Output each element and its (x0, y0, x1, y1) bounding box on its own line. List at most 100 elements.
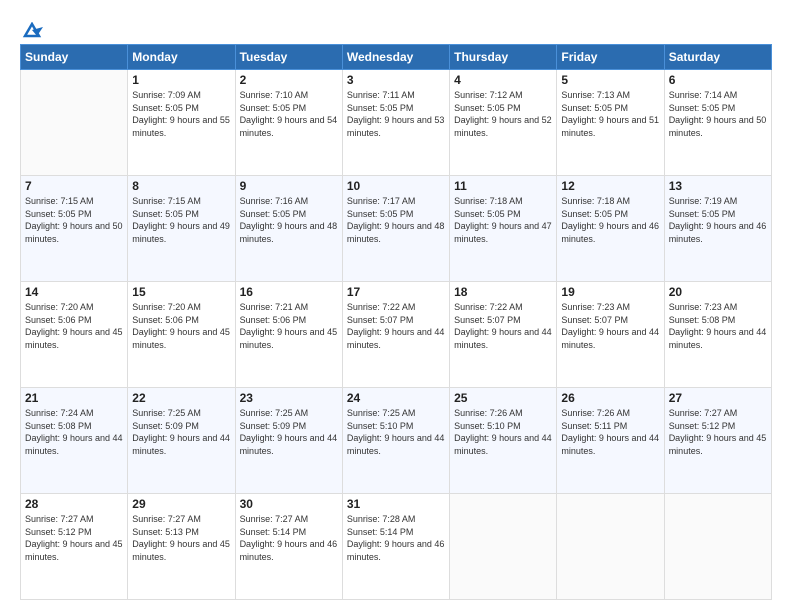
calendar-cell: 11 Sunrise: 7:18 AMSunset: 5:05 PMDayligh… (450, 176, 557, 282)
day-number: 15 (132, 285, 230, 299)
calendar-cell: 27Sunrise: 7:27 AMSunset: 5:12 PMDayligh… (664, 388, 771, 494)
day-number: 7 (25, 179, 123, 193)
calendar-cell: 9 Sunrise: 7:16 AMSunset: 5:05 PMDaylight… (235, 176, 342, 282)
calendar-weekday-tuesday: Tuesday (235, 45, 342, 70)
header (20, 18, 772, 36)
day-number: 22 (132, 391, 230, 405)
calendar-cell (664, 494, 771, 600)
day-number: 23 (240, 391, 338, 405)
day-number: 9 (240, 179, 338, 193)
day-number: 20 (669, 285, 767, 299)
calendar-cell: 25 Sunrise: 7:26 AMSunset: 5:10 PMDayligh… (450, 388, 557, 494)
day-info: Sunrise: 7:22 AMSunset: 5:07 PMDaylight:… (454, 301, 552, 351)
day-info: Sunrise: 7:10 AMSunset: 5:05 PMDaylight:… (240, 89, 338, 139)
day-info: Sunrise: 7:25 AMSunset: 5:09 PMDaylight:… (240, 407, 338, 457)
day-number: 2 (240, 73, 338, 87)
day-number: 21 (25, 391, 123, 405)
calendar-weekday-wednesday: Wednesday (342, 45, 449, 70)
day-info: Sunrise: 7:21 AMSunset: 5:06 PMDaylight:… (240, 301, 338, 351)
day-number: 11 (454, 179, 552, 193)
calendar-cell: 18 Sunrise: 7:22 AMSunset: 5:07 PMDayligh… (450, 282, 557, 388)
calendar-cell: 31Sunrise: 7:28 AMSunset: 5:14 PMDayligh… (342, 494, 449, 600)
calendar-cell: 10 Sunrise: 7:17 AMSunset: 5:05 PMDayligh… (342, 176, 449, 282)
calendar-cell: 6 Sunrise: 7:14 AMSunset: 5:05 PMDaylight… (664, 70, 771, 176)
day-info: Sunrise: 7:14 AMSunset: 5:05 PMDaylight:… (669, 89, 767, 139)
calendar-cell (21, 70, 128, 176)
calendar-cell: 23 Sunrise: 7:25 AMSunset: 5:09 PMDayligh… (235, 388, 342, 494)
day-number: 28 (25, 497, 123, 511)
calendar-cell: 29 Sunrise: 7:27 AMSunset: 5:13 PMDayligh… (128, 494, 235, 600)
day-number: 12 (561, 179, 659, 193)
day-info: Sunrise: 7:25 AMSunset: 5:10 PMDaylight:… (347, 407, 445, 457)
page: SundayMondayTuesdayWednesdayThursdayFrid… (0, 0, 792, 612)
day-info: Sunrise: 7:15 AMSunset: 5:05 PMDaylight:… (25, 195, 123, 245)
day-number: 19 (561, 285, 659, 299)
day-info: Sunrise: 7:25 AMSunset: 5:09 PMDaylight:… (132, 407, 230, 457)
day-info: Sunrise: 7:17 AMSunset: 5:05 PMDaylight:… (347, 195, 445, 245)
day-info: Sunrise: 7:27 AMSunset: 5:14 PMDaylight:… (240, 513, 338, 563)
day-number: 5 (561, 73, 659, 87)
day-info: Sunrise: 7:26 AMSunset: 5:10 PMDaylight:… (454, 407, 552, 457)
day-number: 13 (669, 179, 767, 193)
calendar-cell: 13 Sunrise: 7:19 AMSunset: 5:05 PMDayligh… (664, 176, 771, 282)
calendar-header-row: SundayMondayTuesdayWednesdayThursdayFrid… (21, 45, 772, 70)
calendar-cell (450, 494, 557, 600)
day-number: 3 (347, 73, 445, 87)
day-info: Sunrise: 7:20 AMSunset: 5:06 PMDaylight:… (25, 301, 123, 351)
calendar-week-row: 1Sunrise: 7:09 AMSunset: 5:05 PMDaylight… (21, 70, 772, 176)
logo (20, 22, 43, 36)
day-info: Sunrise: 7:22 AMSunset: 5:07 PMDaylight:… (347, 301, 445, 351)
day-number: 25 (454, 391, 552, 405)
calendar-cell: 26 Sunrise: 7:26 AMSunset: 5:11 PMDayligh… (557, 388, 664, 494)
calendar-cell: 3 Sunrise: 7:11 AMSunset: 5:05 PMDaylight… (342, 70, 449, 176)
calendar-cell: 17 Sunrise: 7:22 AMSunset: 5:07 PMDayligh… (342, 282, 449, 388)
day-number: 24 (347, 391, 445, 405)
day-info: Sunrise: 7:09 AMSunset: 5:05 PMDaylight:… (132, 89, 230, 139)
calendar-cell: 20Sunrise: 7:23 AMSunset: 5:08 PMDayligh… (664, 282, 771, 388)
logo-icon (21, 22, 43, 40)
calendar-cell: 24 Sunrise: 7:25 AMSunset: 5:10 PMDayligh… (342, 388, 449, 494)
calendar-week-row: 28 Sunrise: 7:27 AMSunset: 5:12 PMDayligh… (21, 494, 772, 600)
day-info: Sunrise: 7:27 AMSunset: 5:13 PMDaylight:… (132, 513, 230, 563)
calendar-cell (557, 494, 664, 600)
day-info: Sunrise: 7:18 AMSunset: 5:05 PMDaylight:… (454, 195, 552, 245)
day-info: Sunrise: 7:11 AMSunset: 5:05 PMDaylight:… (347, 89, 445, 139)
calendar-cell: 5 Sunrise: 7:13 AMSunset: 5:05 PMDaylight… (557, 70, 664, 176)
calendar-weekday-friday: Friday (557, 45, 664, 70)
day-number: 10 (347, 179, 445, 193)
calendar-cell: 4Sunrise: 7:12 AMSunset: 5:05 PMDaylight… (450, 70, 557, 176)
calendar-weekday-saturday: Saturday (664, 45, 771, 70)
day-number: 17 (347, 285, 445, 299)
calendar-cell: 30 Sunrise: 7:27 AMSunset: 5:14 PMDayligh… (235, 494, 342, 600)
day-number: 16 (240, 285, 338, 299)
calendar-week-row: 21 Sunrise: 7:24 AMSunset: 5:08 PMDayligh… (21, 388, 772, 494)
day-info: Sunrise: 7:16 AMSunset: 5:05 PMDaylight:… (240, 195, 338, 245)
day-info: Sunrise: 7:24 AMSunset: 5:08 PMDaylight:… (25, 407, 123, 457)
day-info: Sunrise: 7:27 AMSunset: 5:12 PMDaylight:… (25, 513, 123, 563)
day-number: 29 (132, 497, 230, 511)
day-info: Sunrise: 7:19 AMSunset: 5:05 PMDaylight:… (669, 195, 767, 245)
day-info: Sunrise: 7:20 AMSunset: 5:06 PMDaylight:… (132, 301, 230, 351)
calendar-week-row: 14 Sunrise: 7:20 AMSunset: 5:06 PMDayligh… (21, 282, 772, 388)
day-info: Sunrise: 7:15 AMSunset: 5:05 PMDaylight:… (132, 195, 230, 245)
day-info: Sunrise: 7:13 AMSunset: 5:05 PMDaylight:… (561, 89, 659, 139)
day-number: 18 (454, 285, 552, 299)
calendar-cell: 15 Sunrise: 7:20 AMSunset: 5:06 PMDayligh… (128, 282, 235, 388)
calendar-cell: 7 Sunrise: 7:15 AMSunset: 5:05 PMDaylight… (21, 176, 128, 282)
day-number: 14 (25, 285, 123, 299)
day-number: 6 (669, 73, 767, 87)
calendar-cell: 14 Sunrise: 7:20 AMSunset: 5:06 PMDayligh… (21, 282, 128, 388)
day-number: 31 (347, 497, 445, 511)
calendar-table: SundayMondayTuesdayWednesdayThursdayFrid… (20, 44, 772, 600)
calendar-cell: 21 Sunrise: 7:24 AMSunset: 5:08 PMDayligh… (21, 388, 128, 494)
day-number: 26 (561, 391, 659, 405)
calendar-cell: 12 Sunrise: 7:18 AMSunset: 5:05 PMDayligh… (557, 176, 664, 282)
day-info: Sunrise: 7:26 AMSunset: 5:11 PMDaylight:… (561, 407, 659, 457)
day-info: Sunrise: 7:18 AMSunset: 5:05 PMDaylight:… (561, 195, 659, 245)
calendar-cell: 28 Sunrise: 7:27 AMSunset: 5:12 PMDayligh… (21, 494, 128, 600)
calendar-weekday-sunday: Sunday (21, 45, 128, 70)
calendar-weekday-monday: Monday (128, 45, 235, 70)
day-number: 30 (240, 497, 338, 511)
calendar-weekday-thursday: Thursday (450, 45, 557, 70)
calendar-cell: 16 Sunrise: 7:21 AMSunset: 5:06 PMDayligh… (235, 282, 342, 388)
